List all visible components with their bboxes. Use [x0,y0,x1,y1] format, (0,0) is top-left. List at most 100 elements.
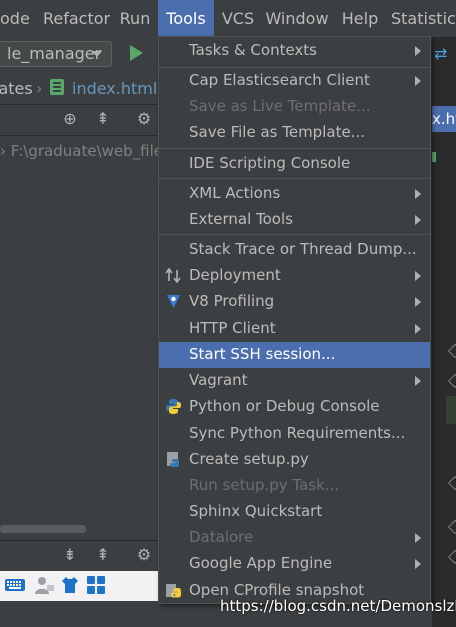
menu-item-label: IDE Scripting Console [189,154,351,172]
menu-item-label: Create setup.py [189,450,309,468]
submenu-arrow-icon [415,297,421,307]
menu-item-label: XML Actions [189,184,281,202]
menu-item-label: External Tools [189,210,293,228]
menu-item-label: Tasks & Contexts [189,41,317,59]
breadcrumb: lates › index.html [0,73,160,103]
submenu-arrow-icon [415,376,421,386]
setup-py-icon [165,451,182,468]
v8-icon [165,293,182,310]
user-icon[interactable] [33,575,54,595]
menu-item-tasks-contexts[interactable]: Tasks & Contexts [159,38,430,64]
submenu-arrow-icon [415,559,421,569]
menu-item-label: Save as Live Template... [189,97,371,115]
expand-all-icon[interactable]: ⇟ [61,546,79,564]
menu-separator [159,178,430,179]
menu-statistics[interactable]: Statistics [391,0,456,37]
locate-icon[interactable]: ⊕ [61,110,79,128]
project-root-node[interactable]: › F:\graduate\web_file [0,142,163,160]
menu-item-label: Run setup.py Task... [189,476,340,494]
menu-item-xml-actions[interactable]: XML Actions [159,181,430,207]
breadcrumb-parent[interactable]: lates [0,79,33,98]
apps-grid-icon[interactable] [86,575,106,595]
menu-help[interactable]: Help [340,0,380,37]
menu-refactor[interactable]: Refactor [43,0,110,37]
menu-item-save-file-template[interactable]: Save File as Template... [159,120,430,146]
gear-icon[interactable]: ⚙ [135,110,153,128]
keyboard-icon[interactable] [4,575,25,595]
menu-item-label: Deployment [189,266,281,284]
menu-item-google-app-engine[interactable]: Google App Engine [159,551,430,577]
project-tool-window-header: ⊕ ⇞ ⚙ [0,104,160,136]
menu-item-deployment[interactable]: Deployment [159,263,430,289]
menu-item-label: Google App Engine [189,554,333,572]
menu-tools[interactable]: Tools [158,0,214,37]
breadcrumb-separator-icon: › [36,79,43,98]
menu-item-label: HTTP Client [189,319,276,337]
breadcrumb-file[interactable]: index.html [72,79,157,98]
submenu-arrow-icon [415,76,421,86]
chevron-right-icon: › [0,142,6,160]
horizontal-scrollbar[interactable] [0,525,86,533]
menu-item-ide-scripting-console[interactable]: IDE Scripting Console [159,151,430,177]
sync-icon[interactable]: ⇄ [434,44,447,63]
collapse-all-icon[interactable]: ⇞ [94,546,112,564]
chevron-down-icon [92,51,102,57]
menu-item-label: Datalore [189,528,254,546]
menu-item-label: V8 Profiling [189,292,275,310]
menu-item-sync-python-requirements[interactable]: Sync Python Requirements... [159,421,430,447]
menu-code[interactable]: ode [0,0,30,37]
menu-item-run-setup-py-task: Run setup.py Task... [159,473,430,499]
menu-item-label: Python or Debug Console [189,397,380,415]
caret-row-highlight [446,396,456,424]
menu-vcs[interactable]: VCS [220,0,256,37]
watermark-text: https://blog.csdn.net/Demonslzh [220,597,456,615]
submenu-arrow-icon [415,271,421,281]
menu-item-create-setup-py[interactable]: Create setup.py [159,447,430,473]
menu-window[interactable]: Window [264,0,330,37]
run-configuration-select[interactable]: le_manager [0,41,112,67]
deployment-icon [165,267,182,284]
menu-item-label: Sync Python Requirements... [189,424,406,442]
menu-item-vagrant[interactable]: Vagrant [159,368,430,394]
submenu-arrow-icon [415,46,421,56]
submenu-arrow-icon [415,533,421,543]
menu-item-sphinx-quickstart[interactable]: Sphinx Quickstart [159,499,430,525]
editor-tab[interactable]: x.htm [432,106,456,132]
menu-item-label: Start SSH session... [189,345,336,363]
python-icon [165,398,182,415]
menu-item-python-console[interactable]: Python or Debug Console [159,394,430,420]
submenu-arrow-icon [415,215,421,225]
bottom-tool-window-header: ⇟ ⇞ ⚙ [0,540,160,571]
menu-item-label: Save File as Template... [189,123,365,141]
status-bar [0,601,160,627]
tools-dropdown-menu: Tasks & Contexts Cap Elasticsearch Clien… [158,36,431,604]
run-icon[interactable] [130,45,143,61]
menu-item-v8-profiling[interactable]: V8 Profiling [159,289,430,315]
menu-item-datalore: Datalore [159,525,430,551]
project-root-path: F:\graduate\web_file [10,142,163,160]
menu-run[interactable]: Run [116,0,154,37]
run-configuration-label: le_manager [7,44,102,63]
menu-item-save-live-template: Save as Live Template... [159,94,430,120]
submenu-arrow-icon [415,324,421,334]
change-marker [432,152,436,162]
menu-item-stack-trace[interactable]: Stack Trace or Thread Dump... [159,237,430,263]
menu-separator [159,234,430,235]
menu-item-label: Stack Trace or Thread Dump... [189,240,417,258]
menu-item-start-ssh-session[interactable]: Start SSH session... [159,342,430,368]
taskbar-strip [0,571,160,601]
menu-item-http-client[interactable]: HTTP Client [159,316,430,342]
html-file-icon [50,79,64,95]
menu-item-label: Cap Elasticsearch Client [189,71,370,89]
menu-item-label: Vagrant [189,371,248,389]
collapse-all-icon[interactable]: ⇞ [94,110,112,128]
menu-item-external-tools[interactable]: External Tools [159,207,430,233]
menu-bar: ode Refactor Run Tools VCS Window Help S… [0,0,456,37]
cprofile-icon [165,582,182,599]
gear-icon[interactable]: ⚙ [135,546,153,564]
submenu-arrow-icon [415,189,421,199]
menu-item-cap-elasticsearch[interactable]: Cap Elasticsearch Client [159,68,430,94]
shirt-icon[interactable] [60,575,80,595]
menu-separator [159,148,430,149]
menu-item-label: Sphinx Quickstart [189,502,323,520]
